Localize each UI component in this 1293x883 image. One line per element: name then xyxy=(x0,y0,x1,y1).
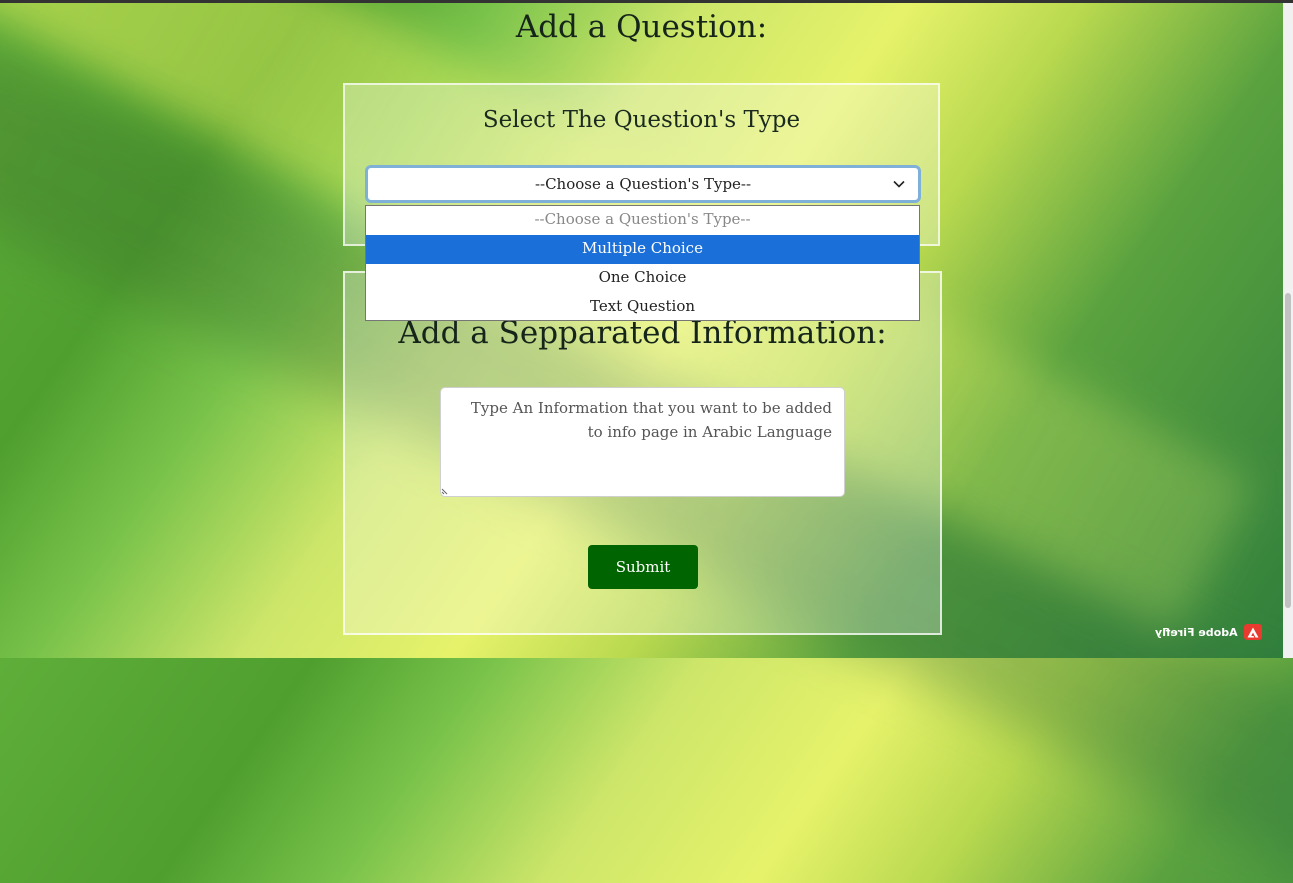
page-title: Add a Question: xyxy=(515,9,768,45)
chevron-down-icon xyxy=(893,180,905,188)
question-type-dropdown: --Choose a Question's Type-- Multiple Ch… xyxy=(365,205,920,321)
resize-handle-icon[interactable] xyxy=(441,486,450,495)
dropdown-option-one-choice[interactable]: One Choice xyxy=(366,264,919,293)
select-value: --Choose a Question's Type-- xyxy=(534,175,752,193)
window-top-edge xyxy=(0,0,1293,3)
scrollbar-thumb[interactable] xyxy=(1285,293,1291,608)
dropdown-option-placeholder[interactable]: --Choose a Question's Type-- xyxy=(366,206,919,235)
information-textarea[interactable]: Type An Information that you want to be … xyxy=(440,387,845,497)
question-type-select[interactable]: --Choose a Question's Type-- xyxy=(365,165,921,203)
dropdown-option-text-question[interactable]: Text Question xyxy=(366,293,919,322)
dropdown-option-multiple-choice[interactable]: Multiple Choice xyxy=(366,235,919,264)
question-type-title: Select The Question's Type xyxy=(482,107,801,133)
vertical-scrollbar[interactable] xyxy=(1283,3,1293,658)
watermark-text: Adobe Firefly xyxy=(1155,625,1238,639)
submit-button[interactable]: Submit xyxy=(588,545,698,589)
textarea-placeholder: Type An Information that you want to be … xyxy=(470,399,832,441)
adobe-firefly-watermark: Adobe Firefly xyxy=(1155,624,1262,640)
adobe-logo-icon xyxy=(1243,624,1262,640)
